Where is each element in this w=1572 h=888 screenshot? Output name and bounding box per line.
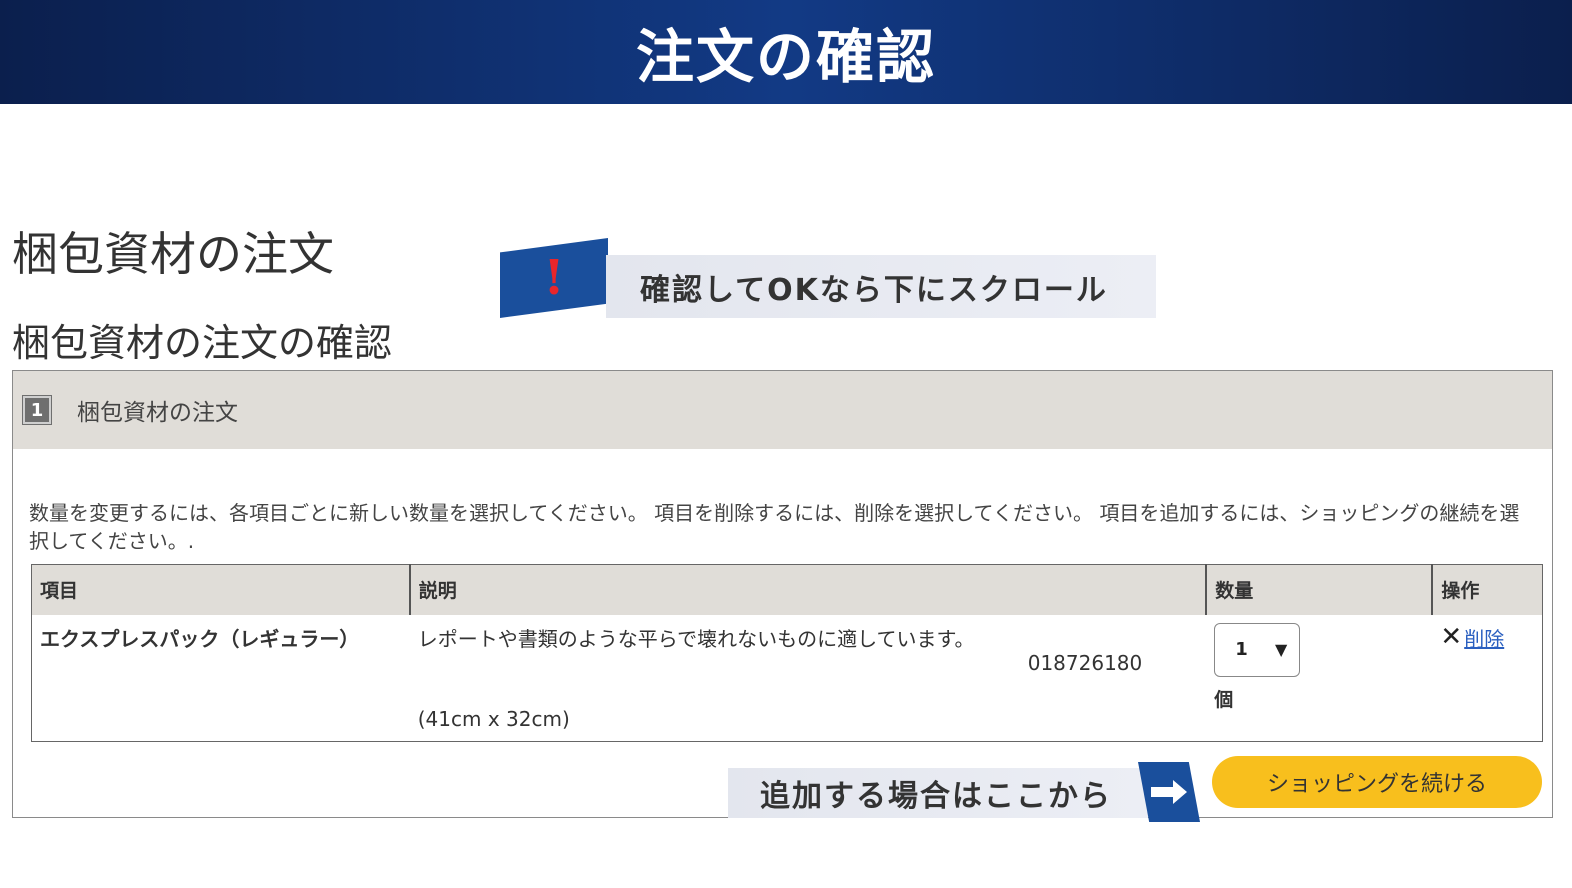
delete-action[interactable]: ✕ 削除 [1440, 623, 1534, 652]
item-cell: エクスプレスパック（レギュラー） [32, 615, 410, 742]
column-header-item: 項目 [31, 564, 410, 615]
title-banner: 注文の確認 [0, 0, 1572, 104]
table-row: エクスプレスパック（レギュラー） レポートや書類のような平らで壊れないものに適し… [32, 615, 1543, 742]
scroll-callout-text: 確認してOKなら下にスクロール [640, 272, 1108, 308]
scroll-callout-panel: 確認してOKなら下にスクロール [606, 255, 1156, 318]
description-cell: レポートや書類のような平らで壊れないものに適しています。 018726180 (… [410, 615, 1207, 742]
step-number-badge: 1 [22, 395, 52, 425]
add-items-callout-text: 追加する場合はここから [760, 779, 1112, 814]
quantity-cell: 1 ▼ 個 [1206, 615, 1432, 742]
quantity-select[interactable]: 1 ▼ [1214, 622, 1301, 677]
dropdown-arrow-icon: ▼ [1274, 640, 1288, 659]
item-description: レポートや書類のような平らで壊れないものに適しています。 [417, 626, 975, 651]
close-icon[interactable]: ✕ [1440, 624, 1462, 650]
add-items-callout-panel: 追加する場合はここから [728, 768, 1148, 818]
quantity-value: 1 [1235, 639, 1248, 660]
item-name: エクスプレスパック（レギュラー） [40, 626, 360, 651]
instructions-text: 数量を変更するには、各項目ごとに新しい数量を選択してください。 項目を削除するに… [29, 501, 1520, 553]
column-header-quantity: 数量 [1205, 564, 1433, 615]
order-items-table: 項目 説明 数量 操作 エクスプレスパック（レギュラー） レポートや書類のような… [31, 564, 1543, 742]
continue-shopping-button[interactable]: ショッピングを続ける [1212, 756, 1542, 808]
exclamation-icon: ! [500, 238, 608, 318]
page-title: 梱包資材の注文 [12, 227, 334, 281]
item-size: (41cm x 32cm) [417, 706, 570, 731]
table-header-row: 項目 説明 数量 操作 [31, 564, 1543, 615]
scroll-callout: ! 確認してOKなら下にスクロール [500, 238, 1156, 318]
add-items-callout: 追加する場合はここから [728, 762, 1202, 822]
column-header-action: 操作 [1431, 564, 1543, 615]
delete-link[interactable]: 削除 [1464, 623, 1504, 652]
page-subtitle: 梱包資材の注文の確認 [12, 321, 393, 365]
exclamation-mark: ! [543, 250, 565, 306]
action-cell: ✕ 削除 [1432, 615, 1542, 742]
quantity-unit: 個 [1214, 688, 1234, 711]
item-code: 018726180 [1027, 650, 1143, 675]
section-header: 1 梱包資材の注文 [13, 371, 1552, 449]
order-section: 1 梱包資材の注文 数量を変更するには、各項目ごとに新しい数量を選択してください… [12, 370, 1553, 818]
section-header-label: 梱包資材の注文 [77, 400, 238, 426]
arrow-right-icon-glyph [1151, 780, 1187, 804]
column-header-description: 説明 [408, 564, 1207, 615]
banner-title: 注文の確認 [635, 23, 936, 91]
